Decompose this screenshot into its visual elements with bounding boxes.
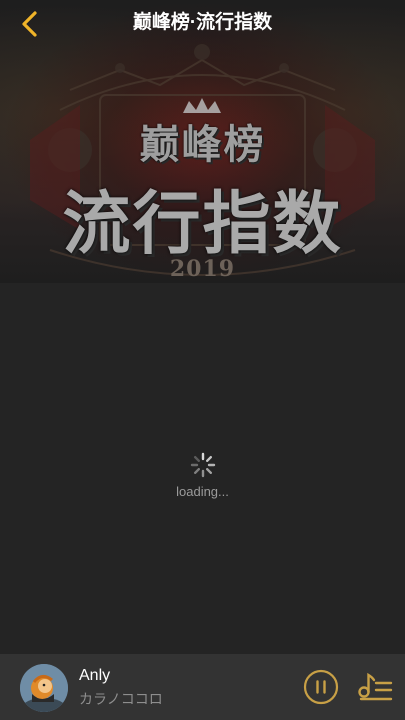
- banner-title: 流行指数: [62, 185, 343, 264]
- back-button[interactable]: [14, 8, 46, 40]
- chevron-left-icon: [22, 11, 37, 37]
- loading-spinner-icon: [190, 452, 215, 478]
- page-title: 巅峰榜·流行指数: [132, 12, 273, 33]
- album-art-image: [20, 664, 68, 712]
- banner-year: 2019: [169, 256, 236, 282]
- loading-text: loading...: [176, 484, 229, 499]
- playlist-button[interactable]: [357, 670, 395, 704]
- song-title: Anly: [79, 667, 111, 684]
- top-nav-bar: 巅峰榜·流行指数: [0, 0, 405, 46]
- chart-detail-page: 巅峰榜 流行指数 2019 巅峰榜·流行指数 loading... Anly カ…: [0, 0, 405, 720]
- banner-subtitle: 巅峰榜: [139, 121, 266, 168]
- loading-indicator: loading...: [0, 452, 405, 499]
- pause-icon: [303, 669, 339, 705]
- song-artist: カラノココロ: [79, 691, 163, 707]
- playlist-icon: [358, 672, 393, 701]
- pause-button[interactable]: [303, 669, 339, 705]
- mini-player-bar[interactable]: Anly カラノココロ: [0, 654, 405, 720]
- album-cover[interactable]: [20, 664, 68, 712]
